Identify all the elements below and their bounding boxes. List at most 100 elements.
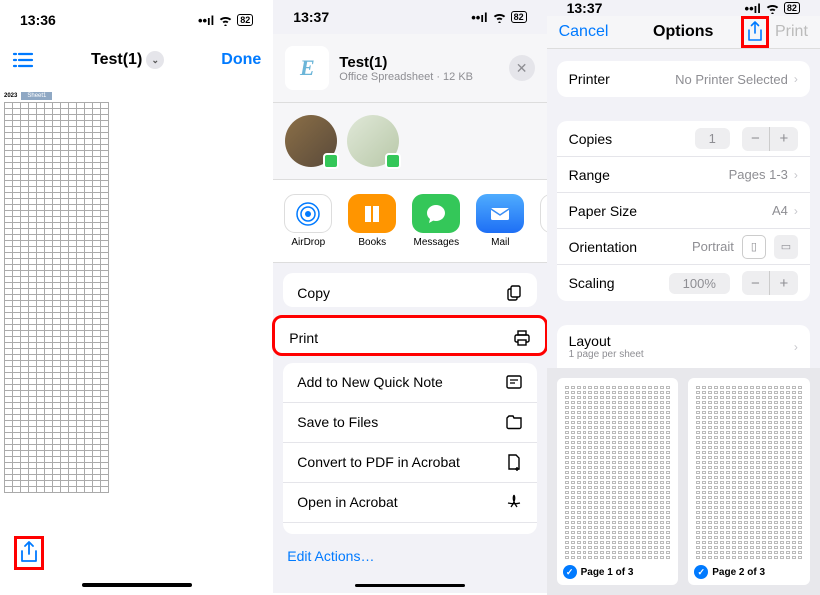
apps-row[interactable]: AirDrop Books Messages Mail N… bbox=[273, 179, 546, 263]
action-save-files[interactable]: Save to Files bbox=[283, 403, 536, 443]
action-convert-pdf[interactable]: Convert to PDF in Acrobat bbox=[283, 443, 536, 483]
printer-group: Printer No Printer Selected› bbox=[557, 61, 810, 97]
chevron-right-icon: › bbox=[794, 340, 798, 354]
settings-group: Copies 1 − + Range Pages 1-3› Paper Size… bbox=[557, 121, 810, 301]
scaling-value[interactable]: 100% bbox=[669, 273, 730, 294]
action-open-acrobat[interactable]: Open in Acrobat bbox=[283, 483, 536, 523]
chevron-down-icon: ⌄ bbox=[146, 51, 164, 69]
status-icons: ••ıl 82 bbox=[198, 13, 253, 28]
share-header: E Test(1) Office Spreadsheet · 12 KB ✕ bbox=[273, 34, 546, 103]
nav-bar: Test(1) ⌄ Done bbox=[0, 40, 273, 80]
wifi-icon bbox=[218, 15, 233, 26]
edit-actions-link[interactable]: Edit Actions… bbox=[273, 534, 546, 578]
clock: 13:37 bbox=[567, 0, 603, 16]
check-icon: ✓ bbox=[563, 565, 577, 579]
app-messages[interactable]: Messages bbox=[411, 194, 461, 248]
copies-value[interactable]: 1 bbox=[695, 128, 730, 149]
contact-avatar[interactable] bbox=[285, 115, 337, 167]
acrobat-icon bbox=[505, 493, 523, 511]
action-list: Copy bbox=[283, 273, 536, 307]
sheet-tab: Sheet1 bbox=[21, 92, 52, 100]
quicknote-icon bbox=[505, 373, 523, 391]
home-indicator[interactable] bbox=[82, 583, 192, 587]
home-indicator[interactable] bbox=[355, 584, 465, 587]
landscape-button[interactable]: ▭ bbox=[774, 235, 798, 259]
page-preview-1[interactable]: ✓Page 1 of 3 bbox=[557, 378, 679, 585]
messages-badge-icon bbox=[385, 153, 401, 169]
check-icon: ✓ bbox=[694, 565, 708, 579]
portrait-button[interactable]: ▯ bbox=[742, 235, 766, 259]
close-icon[interactable]: ✕ bbox=[509, 55, 535, 81]
clock: 13:37 bbox=[293, 9, 329, 25]
screen-preview: 13:36 ••ıl 82 Test(1) ⌄ Done 2023Sheet1 bbox=[0, 0, 273, 593]
copies-stepper: − + bbox=[742, 127, 798, 151]
layout-row[interactable]: Layout 1 page per sheet › bbox=[557, 325, 810, 368]
spreadsheet-grid bbox=[4, 102, 109, 493]
wifi-icon bbox=[765, 3, 780, 14]
scaling-row: Scaling 100% − + bbox=[557, 265, 810, 301]
plus-button[interactable]: + bbox=[770, 127, 798, 151]
folder-icon bbox=[505, 413, 523, 431]
doc-title[interactable]: Test(1) ⌄ bbox=[91, 51, 164, 69]
signal-icon: ••ıl bbox=[471, 10, 487, 25]
copies-row: Copies 1 − + bbox=[557, 121, 810, 157]
app-mail[interactable]: Mail bbox=[475, 194, 525, 248]
status-bar: 13:36 ••ıl 82 bbox=[0, 0, 273, 40]
share-icon[interactable] bbox=[746, 21, 764, 43]
page-title: Options bbox=[653, 23, 713, 41]
status-bar: 13:37 ••ıl 82 bbox=[547, 0, 820, 16]
chevron-right-icon: › bbox=[794, 72, 798, 86]
nav-bar: Cancel Options Print bbox=[547, 16, 820, 49]
page-preview-row[interactable]: ✓Page 1 of 3 ✓Page 2 of 3 bbox=[547, 368, 820, 595]
minus-button[interactable]: − bbox=[742, 271, 770, 295]
list-icon[interactable] bbox=[12, 52, 34, 68]
action-copy[interactable]: Copy bbox=[283, 273, 536, 307]
bottom-bar bbox=[0, 529, 273, 577]
battery-icon: 82 bbox=[237, 14, 253, 26]
copy-icon bbox=[505, 284, 523, 302]
battery-icon: 82 bbox=[784, 2, 800, 14]
app-airdrop[interactable]: AirDrop bbox=[283, 194, 333, 248]
messages-badge-icon bbox=[323, 153, 339, 169]
action-print[interactable]: Print bbox=[275, 318, 544, 355]
papersize-row[interactable]: Paper Size A4› bbox=[557, 193, 810, 229]
highlight-box: Print bbox=[272, 315, 547, 355]
file-app-icon: E bbox=[285, 46, 329, 90]
printer-row[interactable]: Printer No Printer Selected› bbox=[557, 61, 810, 97]
page-preview-2[interactable]: ✓Page 2 of 3 bbox=[688, 378, 810, 585]
plus-button[interactable]: + bbox=[770, 271, 798, 295]
clock: 13:36 bbox=[20, 12, 56, 28]
document-preview[interactable]: 2023Sheet1 bbox=[0, 80, 273, 529]
status-icons: ••ıl 82 bbox=[471, 10, 526, 25]
highlight-box bbox=[741, 16, 769, 48]
status-icons: ••ıl 82 bbox=[745, 1, 800, 16]
action-list-2: Add to New Quick Note Save to Files Conv… bbox=[283, 363, 536, 534]
chevron-right-icon: › bbox=[794, 168, 798, 182]
orientation-row: Orientation Portrait ▯ ▭ bbox=[557, 229, 810, 265]
screen-share-sheet: 13:37 ••ıl 82 E Test(1) Office Spreadshe… bbox=[273, 0, 546, 593]
print-button[interactable]: Print bbox=[775, 23, 808, 41]
range-row[interactable]: Range Pages 1-3› bbox=[557, 157, 810, 193]
contact-avatar[interactable] bbox=[347, 115, 399, 167]
app-books[interactable]: Books bbox=[347, 194, 397, 248]
signal-icon: ••ıl bbox=[198, 13, 214, 28]
scaling-stepper: − + bbox=[742, 271, 798, 295]
printer-icon bbox=[513, 329, 531, 347]
contacts-row bbox=[273, 103, 546, 179]
cancel-button[interactable]: Cancel bbox=[559, 23, 609, 41]
action-make-pdf[interactable]: Make PDF bbox=[283, 523, 536, 534]
file-subtitle: Office Spreadsheet · 12 KB bbox=[339, 71, 473, 83]
app-notes[interactable]: N… bbox=[539, 194, 546, 248]
highlight-box bbox=[14, 536, 44, 570]
wifi-icon bbox=[492, 12, 507, 23]
chevron-right-icon: › bbox=[794, 204, 798, 218]
done-button[interactable]: Done bbox=[221, 51, 261, 69]
battery-icon: 82 bbox=[511, 11, 527, 23]
signal-icon: ••ıl bbox=[745, 1, 761, 16]
status-bar: 13:37 ••ıl 82 bbox=[273, 0, 546, 34]
action-quick-note[interactable]: Add to New Quick Note bbox=[283, 363, 536, 403]
document-plus-icon bbox=[505, 453, 523, 471]
file-title: Test(1) bbox=[339, 54, 473, 71]
share-icon[interactable] bbox=[19, 541, 39, 565]
minus-button[interactable]: − bbox=[742, 127, 770, 151]
